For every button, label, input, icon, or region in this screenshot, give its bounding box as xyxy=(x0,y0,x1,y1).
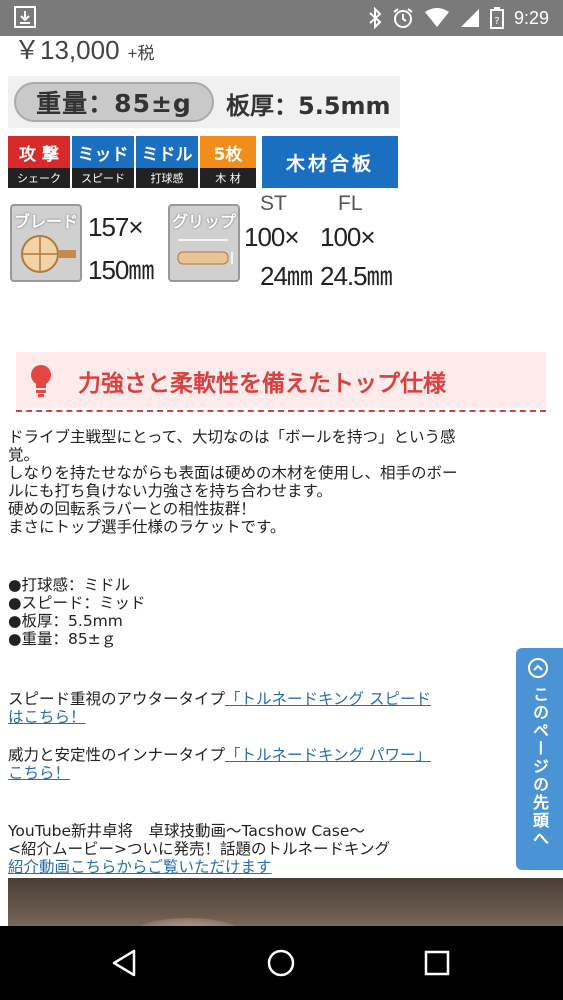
spec-dimensions: ブレード 157× 150㎜ グリップ ST FL 100× 24㎜ 100× … xyxy=(8,192,400,292)
fl-label: FL xyxy=(338,192,363,215)
thickness-text: 板厚：5.5mm xyxy=(226,92,391,120)
power-link-row-2: こちら！ xyxy=(8,764,70,782)
chevron-up-icon xyxy=(528,658,548,678)
status-bar: ? 9:29 xyxy=(0,0,563,36)
power-link-cont[interactable]: こちら！ xyxy=(8,764,70,782)
badge-plies-top: 5枚 xyxy=(200,136,256,168)
fl-width: 100× xyxy=(320,222,376,252)
badge-speed-bottom: スピード xyxy=(72,168,134,188)
badge-plies-bottom: 木 材 xyxy=(200,168,256,188)
thumbnail-highlight xyxy=(128,918,248,926)
blade-box: ブレード xyxy=(10,204,82,282)
badge-feel: ミドル 打球感 xyxy=(136,136,198,188)
speed-link-cont[interactable]: はこちら！ xyxy=(8,708,86,726)
badge-speed: ミッド スピード xyxy=(72,136,134,188)
price-tax: +税 xyxy=(127,44,155,63)
signal-icon xyxy=(460,9,479,27)
bluetooth-icon xyxy=(369,7,382,29)
spec-list-item: ●板厚：5.5mm xyxy=(8,612,123,630)
weight-pill: 重量：85±g xyxy=(14,82,214,122)
badge-feel-bottom: 打球感 xyxy=(136,168,198,188)
st-label: ST xyxy=(260,192,287,215)
description-line: まさにトップ選手仕様のラケットです。 xyxy=(8,518,286,536)
back-to-top-label: このページの先頭へ xyxy=(530,686,549,848)
back-to-top-button[interactable]: このページの先頭へ xyxy=(516,648,563,870)
badge-wood: 木材合板 xyxy=(262,136,398,188)
video-line-1: YouTube新井卓将 卓球技動画〜Tacshow Case〜 xyxy=(8,822,365,840)
video-link-row: 紹介動画こちらからご覧いただけます xyxy=(8,858,272,876)
spec-list-item: ●打球感：ミドル xyxy=(8,576,131,594)
blade-label: ブレード xyxy=(13,212,78,231)
speed-link-row: スピード重視のアウタータイプ「トルネードキング スピード xyxy=(8,690,431,708)
back-icon[interactable] xyxy=(110,948,140,978)
description-line: 硬めの回転系ラバーとの相性抜群！ xyxy=(8,500,256,518)
description-line: しなりを持たせながらも表面は硬めの木材を使用し、相手のボー xyxy=(8,464,458,482)
st-height: 24㎜ xyxy=(260,261,313,291)
badge-attack-bottom: シェーク xyxy=(8,168,70,188)
power-link-row: 威力と安定性のインナータイプ「トルネードキング パワー」 xyxy=(8,746,431,764)
recents-icon[interactable] xyxy=(424,950,450,976)
description-line: 覚。 xyxy=(8,446,40,464)
description-line: ドライブ主戦型にとって、大切なのは「ボールを持つ」という感 xyxy=(8,428,456,446)
video-line-2: <紹介ムービー>ついに発売！話題のトルネードキング xyxy=(8,840,391,858)
spec-list-item: ●重量：85±ｇ xyxy=(8,630,117,648)
price-value: ￥13,000 xyxy=(14,36,120,65)
spec-list-item: ●スピード：ミッド xyxy=(8,594,146,612)
grip-icon xyxy=(177,239,233,265)
description-line: ルにも打ち負けない力強さを持ち合わせます。 xyxy=(8,482,332,500)
video-thumbnail[interactable] xyxy=(8,878,563,926)
svg-text:?: ? xyxy=(494,16,499,27)
spec-weight-row: 重量：85±g 板厚：5.5mm xyxy=(8,76,400,128)
spec-badges: 攻 撃 シェーク ミッド スピード ミドル 打球感 5枚 木 材 木材合板 xyxy=(8,136,400,188)
alarm-icon xyxy=(393,8,413,28)
badge-attack: 攻 撃 シェーク xyxy=(8,136,70,188)
page-content[interactable]: ￥13,000 +税 重量：85±g 板厚：5.5mm 攻 撃 シェーク ミッド … xyxy=(0,36,563,926)
download-icon xyxy=(14,6,36,28)
grip-box: グリップ xyxy=(168,204,240,282)
grip-label: グリップ xyxy=(171,212,236,231)
home-icon[interactable] xyxy=(266,948,296,978)
video-link[interactable]: 紹介動画こちらからご覧いただけます xyxy=(8,858,272,876)
navigation-bar xyxy=(0,926,563,1000)
blade-width: 157× xyxy=(88,212,144,242)
lightbulb-icon xyxy=(31,365,51,397)
blade-height: 150㎜ xyxy=(88,255,154,285)
speed-link-row-2: はこちら！ xyxy=(8,708,86,726)
power-link[interactable]: 「トルネードキング パワー」 xyxy=(225,746,431,764)
status-time: 9:29 xyxy=(513,7,549,28)
badge-speed-top: ミッド xyxy=(72,136,134,168)
wifi-icon xyxy=(424,8,449,27)
st-width: 100× xyxy=(244,222,300,252)
speed-link[interactable]: 「トルネードキング スピード xyxy=(225,690,431,708)
badge-plies: 5枚 木 材 xyxy=(200,136,256,188)
power-link-prefix: 威力と安定性のインナータイプ xyxy=(8,746,226,764)
fl-height: 24.5㎜ xyxy=(320,261,393,291)
blade-icon xyxy=(21,235,76,273)
heading-divider xyxy=(16,410,546,412)
section-title: 力強さと柔軟性を備えたトップ仕様 xyxy=(78,371,446,397)
section-heading: 力強さと柔軟性を備えたトップ仕様 xyxy=(16,352,546,408)
product-price: ￥13,000 +税 xyxy=(14,36,154,67)
badge-attack-top: 攻 撃 xyxy=(8,136,70,168)
badge-feel-top: ミドル xyxy=(136,136,198,168)
speed-link-prefix: スピード重視のアウタータイプ xyxy=(8,690,226,708)
battery-icon: ? xyxy=(489,7,504,29)
